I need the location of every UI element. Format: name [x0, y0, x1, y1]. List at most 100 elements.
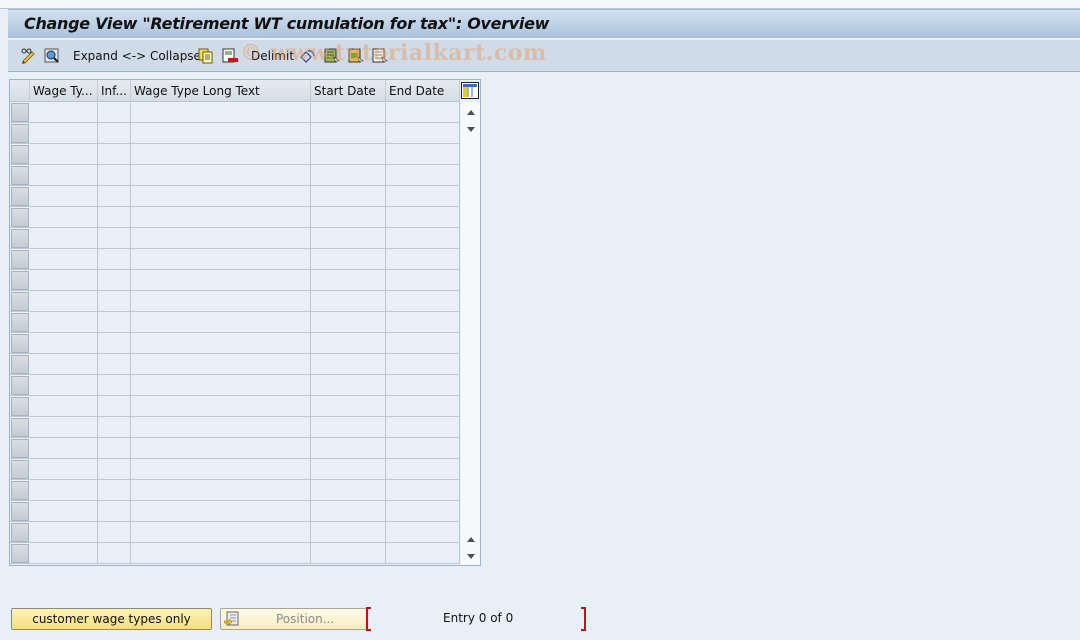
- table-cell[interactable]: [311, 396, 386, 417]
- table-cell[interactable]: [131, 291, 311, 312]
- table-cell[interactable]: [98, 249, 131, 270]
- column-header-wage-type[interactable]: Wage Ty...: [30, 80, 98, 102]
- table-cell[interactable]: [30, 102, 98, 123]
- table-cell[interactable]: [98, 417, 131, 438]
- table-cell[interactable]: [311, 375, 386, 396]
- table-cell[interactable]: [131, 459, 311, 480]
- table-cell[interactable]: [131, 165, 311, 186]
- scroll-page-up-button[interactable]: [463, 105, 478, 119]
- table-cell[interactable]: [30, 144, 98, 165]
- table-cell[interactable]: [131, 144, 311, 165]
- table-cell[interactable]: [98, 312, 131, 333]
- table-cell[interactable]: [386, 270, 460, 291]
- table-cell[interactable]: [131, 102, 311, 123]
- table-cell[interactable]: [131, 438, 311, 459]
- table-cell[interactable]: [311, 543, 386, 564]
- row-selector[interactable]: [11, 544, 29, 563]
- select-all-rows-corner[interactable]: [10, 80, 30, 102]
- scroll-down-button[interactable]: [463, 549, 478, 563]
- expand-collapse-button[interactable]: Expand <-> Collapse: [73, 47, 201, 65]
- table-cell[interactable]: [386, 165, 460, 186]
- row-selector[interactable]: [11, 334, 29, 353]
- table-cell[interactable]: [386, 102, 460, 123]
- table-cell[interactable]: [311, 249, 386, 270]
- table-cell[interactable]: [98, 207, 131, 228]
- table-cell[interactable]: [131, 207, 311, 228]
- row-selector[interactable]: [11, 208, 29, 227]
- table-cell[interactable]: [30, 459, 98, 480]
- row-selector[interactable]: [11, 124, 29, 143]
- table-cell[interactable]: [311, 207, 386, 228]
- delete-button[interactable]: [222, 47, 238, 65]
- table-cell[interactable]: [311, 291, 386, 312]
- table-cell[interactable]: [311, 522, 386, 543]
- table-cell[interactable]: [311, 123, 386, 144]
- table-cell[interactable]: [131, 228, 311, 249]
- table-cell[interactable]: [30, 186, 98, 207]
- table-cell[interactable]: [311, 417, 386, 438]
- row-selector[interactable]: [11, 439, 29, 458]
- table-cell[interactable]: [386, 438, 460, 459]
- table-cell[interactable]: [131, 375, 311, 396]
- table-cell[interactable]: [386, 207, 460, 228]
- row-selector[interactable]: [11, 397, 29, 416]
- row-selector[interactable]: [11, 166, 29, 185]
- table-cell[interactable]: [30, 333, 98, 354]
- table-cell[interactable]: [131, 312, 311, 333]
- table-cell[interactable]: [98, 186, 131, 207]
- table-cell[interactable]: [30, 312, 98, 333]
- table-cell[interactable]: [131, 480, 311, 501]
- table-cell[interactable]: [98, 522, 131, 543]
- table-cell[interactable]: [311, 186, 386, 207]
- table-cell[interactable]: [131, 354, 311, 375]
- row-selector[interactable]: [11, 376, 29, 395]
- row-selector[interactable]: [11, 313, 29, 332]
- row-selector[interactable]: [11, 229, 29, 248]
- table-cell[interactable]: [386, 501, 460, 522]
- table-cell[interactable]: [30, 270, 98, 291]
- row-selector[interactable]: [11, 481, 29, 500]
- table-cell[interactable]: [131, 543, 311, 564]
- table-cell[interactable]: [386, 354, 460, 375]
- table-cell[interactable]: [131, 417, 311, 438]
- table-cell[interactable]: [98, 543, 131, 564]
- table-cell[interactable]: [98, 354, 131, 375]
- table-cell[interactable]: [30, 417, 98, 438]
- table-cell[interactable]: [386, 186, 460, 207]
- table-cell[interactable]: [98, 459, 131, 480]
- table-cell[interactable]: [386, 480, 460, 501]
- table-cell[interactable]: [98, 501, 131, 522]
- table-cell[interactable]: [98, 123, 131, 144]
- table-cell[interactable]: [30, 501, 98, 522]
- table-cell[interactable]: [30, 165, 98, 186]
- table-cell[interactable]: [30, 543, 98, 564]
- table-cell[interactable]: [386, 459, 460, 480]
- table-cell[interactable]: [30, 522, 98, 543]
- table-cell[interactable]: [131, 333, 311, 354]
- row-selector[interactable]: [11, 271, 29, 290]
- table-cell[interactable]: [311, 354, 386, 375]
- table-cell[interactable]: [98, 291, 131, 312]
- table-cell[interactable]: [131, 249, 311, 270]
- table-cell[interactable]: [311, 270, 386, 291]
- table-cell[interactable]: [311, 438, 386, 459]
- table-cell[interactable]: [98, 375, 131, 396]
- select-block-button[interactable]: [348, 47, 364, 65]
- column-header-long-text[interactable]: Wage Type Long Text: [131, 80, 311, 102]
- table-cell[interactable]: [386, 312, 460, 333]
- table-cell[interactable]: [98, 396, 131, 417]
- table-cell[interactable]: [311, 480, 386, 501]
- table-cell[interactable]: [131, 396, 311, 417]
- row-selector[interactable]: [11, 103, 29, 122]
- scroll-page-down-button[interactable]: [463, 122, 478, 136]
- row-selector[interactable]: [11, 502, 29, 521]
- table-cell[interactable]: [30, 396, 98, 417]
- table-cell[interactable]: [311, 459, 386, 480]
- table-cell[interactable]: [311, 312, 386, 333]
- table-cell[interactable]: [30, 291, 98, 312]
- column-header-end-date[interactable]: End Date: [386, 80, 460, 102]
- table-cell[interactable]: [386, 396, 460, 417]
- table-cell[interactable]: [131, 501, 311, 522]
- table-cell[interactable]: [386, 228, 460, 249]
- table-cell[interactable]: [386, 291, 460, 312]
